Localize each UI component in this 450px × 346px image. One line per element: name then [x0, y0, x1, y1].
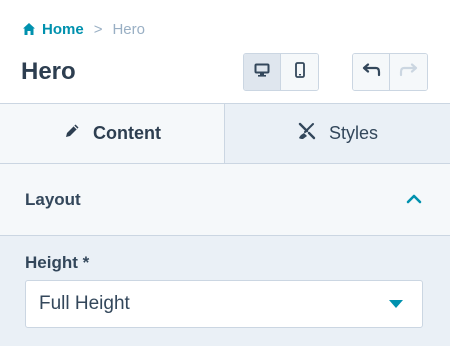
chevron-up-icon — [406, 191, 422, 209]
redo-button[interactable] — [390, 54, 427, 90]
layout-section-header[interactable]: Layout — [0, 164, 450, 236]
breadcrumb-separator: > — [93, 20, 103, 38]
height-select[interactable]: Full Height — [25, 280, 423, 328]
height-field: Height * Full Height — [0, 236, 450, 346]
section-title: Layout — [25, 189, 81, 209]
height-label: Height * — [25, 253, 90, 272]
page-title: Hero — [21, 58, 76, 85]
tab-content[interactable]: Content — [0, 104, 225, 163]
home-icon — [22, 22, 36, 36]
breadcrumb-current: Hero — [112, 20, 145, 38]
pencil-icon — [63, 122, 81, 145]
tab-styles-label: Styles — [328, 123, 379, 143]
breadcrumb-home-link[interactable]: Home — [22, 21, 84, 38]
editor-panel: Home > Hero Hero Content Styles Layout H… — [0, 0, 450, 346]
brush-icon — [297, 121, 317, 146]
height-select-value: Full Height — [39, 293, 130, 314]
history-controls — [352, 53, 428, 91]
breadcrumb: Home > Hero — [22, 19, 145, 39]
redo-icon — [399, 62, 419, 82]
caret-down-icon — [388, 293, 404, 315]
tab-styles[interactable]: Styles — [225, 104, 450, 163]
device-toggle — [243, 53, 319, 91]
panel-header: Home > Hero Hero — [0, 0, 450, 104]
desktop-view-button[interactable] — [244, 54, 282, 90]
tab-content-label: Content — [93, 123, 161, 143]
mobile-view-button[interactable] — [281, 54, 318, 90]
editor-tabs: Content Styles — [0, 104, 450, 164]
mobile-icon — [294, 61, 306, 83]
undo-button[interactable] — [353, 54, 391, 90]
breadcrumb-home-label: Home — [42, 20, 84, 38]
desktop-icon — [254, 63, 270, 82]
undo-icon — [361, 62, 381, 82]
